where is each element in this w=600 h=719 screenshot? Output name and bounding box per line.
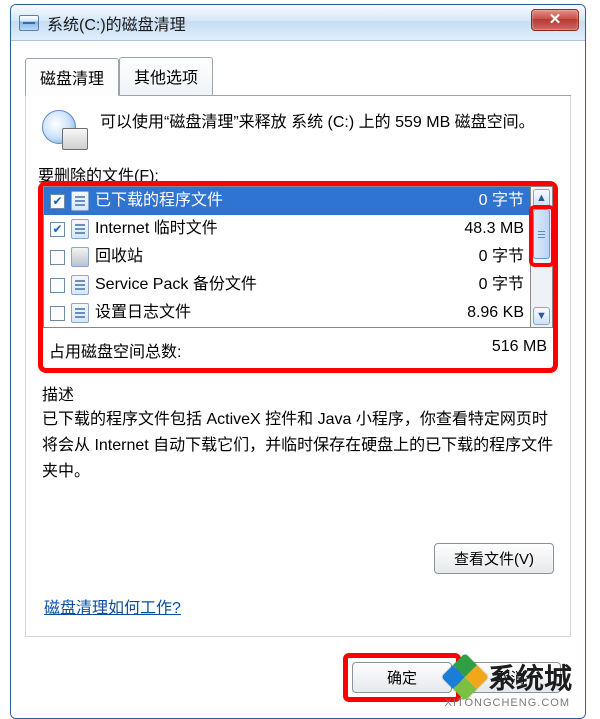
tab-panel: 可以使用“磁盘清理”来释放 系统 (C:) 上的 559 MB 磁盘空间。 要删…	[25, 96, 571, 637]
file-name: 设置日志文件	[95, 302, 461, 324]
file-name: 已下载的程序文件	[95, 190, 473, 212]
cancel-button[interactable]: 取消	[461, 662, 561, 693]
file-icon	[71, 247, 89, 267]
scrollbar[interactable]: ▲ ▼	[531, 186, 553, 328]
total-row: 占用磁盘空间总数: 516 MB	[43, 328, 553, 368]
file-name: 回收站	[95, 246, 473, 268]
description-label: 描述	[38, 381, 558, 403]
link-text: 磁盘清理如何工作?	[44, 600, 181, 617]
file-list-row[interactable]: 设置日志文件8.96 KB	[44, 299, 530, 327]
file-size: 8.96 KB	[461, 302, 524, 324]
checkbox[interactable]: ✔	[50, 222, 65, 237]
button-label: 取消	[495, 670, 525, 687]
file-size: 0 字节	[473, 246, 524, 268]
checkbox[interactable]	[50, 278, 65, 293]
tab-label: 其他选项	[134, 70, 198, 87]
view-files-button[interactable]: 查看文件(V)	[434, 543, 554, 574]
window-title: 系统(C:)的磁盘清理	[47, 11, 186, 35]
intro-row: 可以使用“磁盘清理”来释放 系统 (C:) 上的 559 MB 磁盘空间。	[38, 110, 558, 150]
close-button[interactable]: ✕	[531, 9, 579, 31]
help-link[interactable]: 磁盘清理如何工作?	[44, 594, 181, 618]
file-name: Internet 临时文件	[95, 218, 458, 240]
disk-cleanup-icon	[40, 110, 88, 150]
tabstrip: 磁盘清理 其他选项	[25, 57, 571, 96]
file-icon	[71, 191, 89, 211]
file-icon	[71, 275, 89, 295]
tab-more-options[interactable]: 其他选项	[119, 57, 213, 95]
scroll-thumb[interactable]	[533, 209, 550, 259]
button-label: 查看文件(V)	[454, 551, 534, 568]
drive-cleanup-title-icon	[19, 15, 39, 31]
file-icon	[71, 219, 89, 239]
file-size: 0 字节	[473, 190, 524, 212]
checkbox[interactable]	[50, 306, 65, 321]
intro-text: 可以使用“磁盘清理”来释放 系统 (C:) 上的 559 MB 磁盘空间。	[100, 110, 558, 150]
close-icon: ✕	[549, 11, 562, 28]
file-size: 0 字节	[473, 274, 524, 296]
file-list-row[interactable]: Service Pack 备份文件0 字节	[44, 271, 530, 299]
ok-button[interactable]: 确定	[352, 662, 452, 693]
scroll-down-button[interactable]: ▼	[533, 307, 550, 325]
disk-cleanup-window: 系统(C:)的磁盘清理 ✕ 磁盘清理 其他选项 可以使用“磁盘清理”来释放 系统…	[10, 4, 586, 719]
client-area: 磁盘清理 其他选项 可以使用“磁盘清理”来释放 系统 (C:) 上的 559 M…	[11, 41, 585, 718]
file-icon	[71, 303, 89, 323]
file-size: 48.3 MB	[458, 218, 524, 240]
file-list-highlight: ✔已下载的程序文件0 字节✔Internet 临时文件48.3 MB回收站0 字…	[38, 181, 558, 373]
file-list-row[interactable]: ✔ Internet 临时文件48.3 MB	[44, 215, 530, 243]
description-text: 已下载的程序文件包括 ActiveX 控件和 Java 小程序，你查看特定网页时…	[42, 407, 554, 485]
checkbox[interactable]	[50, 250, 65, 265]
file-list-row[interactable]: 回收站0 字节	[44, 243, 530, 271]
file-list[interactable]: ✔已下载的程序文件0 字节✔Internet 临时文件48.3 MB回收站0 字…	[43, 186, 531, 328]
scroll-up-button[interactable]: ▲	[533, 189, 550, 207]
total-value: 516 MB	[492, 338, 547, 362]
total-label: 占用磁盘空间总数:	[49, 338, 181, 362]
button-label: 确定	[387, 670, 417, 687]
titlebar[interactable]: 系统(C:)的磁盘清理 ✕	[11, 5, 585, 41]
ok-button-highlight: 确定	[343, 653, 461, 702]
tab-label: 磁盘清理	[40, 71, 104, 88]
watermark-url: XITONGCHENG.COM	[445, 697, 570, 709]
tab-disk-cleanup[interactable]: 磁盘清理	[25, 58, 119, 96]
file-name: Service Pack 备份文件	[95, 274, 473, 296]
file-list-row[interactable]: ✔ 已下载的程序文件0 字节	[44, 187, 530, 215]
checkbox[interactable]: ✔	[50, 194, 65, 209]
